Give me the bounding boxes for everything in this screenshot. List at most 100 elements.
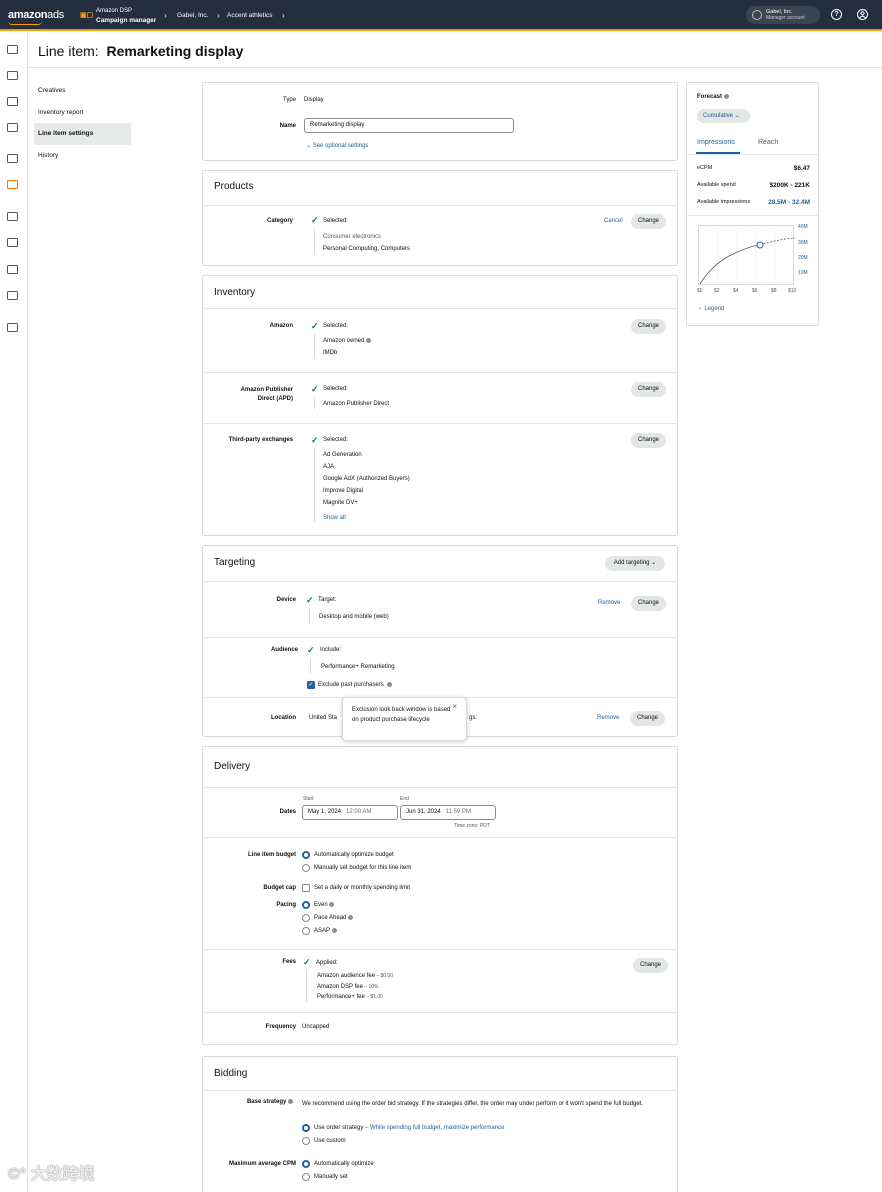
budget-cap-option: Set a daily or monthly spending limit [314, 885, 411, 891]
budget-auto-radio[interactable] [302, 851, 310, 859]
cancel-button[interactable]: Cancel [604, 218, 623, 224]
line-item-budget-label: Line item budget [248, 852, 296, 858]
breadcrumb-order[interactable]: Accent athletics [227, 12, 273, 19]
campaigns-icon[interactable] [7, 45, 18, 54]
cpm-manual-radio[interactable] [302, 1173, 310, 1181]
category-child: Personal Computing, Computers [323, 246, 411, 252]
info-icon[interactable] [348, 915, 354, 920]
legend-toggle[interactable]: › Legend [699, 306, 724, 312]
divider [314, 334, 315, 358]
shield-icon[interactable] [7, 212, 18, 221]
custom-strategy-radio[interactable] [302, 1137, 310, 1145]
divider [314, 448, 315, 522]
base-strategy-text: We recommend using the order bid strateg… [302, 1101, 643, 1107]
budget-manual-radio[interactable] [302, 864, 310, 872]
type-label: Type [282, 97, 296, 103]
fees-change-button[interactable]: Change [633, 958, 668, 973]
apd-change-button[interactable]: Change [631, 382, 666, 397]
cpm-auto-radio[interactable] [302, 1160, 310, 1168]
start-label: Start [303, 796, 314, 802]
delivery-title: Delivery [214, 761, 251, 772]
product-switcher[interactable]: Amazon DSP Campaign manager [96, 7, 156, 26]
subnav-inventory-report[interactable]: Inventory report [34, 102, 131, 124]
dsp-icon[interactable] [7, 180, 18, 189]
forecast-title: Forecast [697, 94, 729, 100]
start-date-input[interactable]: May 1, 2024 12:00 AM [302, 805, 398, 820]
add-targeting-button[interactable]: Add targeting ⌄ [605, 556, 665, 571]
name-label: Name [279, 123, 296, 129]
close-icon[interactable]: × [452, 702, 457, 712]
page-title: Line item: Remarketing display [38, 43, 244, 59]
info-icon[interactable] [329, 902, 335, 907]
amazon-change-button[interactable]: Change [631, 319, 666, 334]
subnav-line-item-settings[interactable]: Line item settings [34, 123, 131, 145]
library-icon[interactable] [7, 238, 18, 247]
amazon-ads-logo[interactable]: amazonads [8, 9, 64, 21]
tab-impressions[interactable]: Impressions [697, 139, 735, 146]
audiences-icon[interactable] [7, 123, 18, 132]
device-label: Device [276, 597, 296, 603]
current-forecast-point[interactable] [756, 241, 764, 249]
time-zone: Time zone: PDT [454, 823, 490, 829]
show-all-link[interactable]: Show all [323, 515, 346, 521]
end-date-input[interactable]: Jun 31, 2024 11:59 PM [400, 805, 496, 820]
x-tick-label: $4 [733, 288, 739, 294]
reports-icon[interactable] [7, 291, 18, 300]
creatives-icon[interactable] [7, 154, 18, 163]
info-icon[interactable] [366, 338, 372, 343]
tab-reach[interactable]: Reach [758, 139, 778, 146]
database-icon[interactable] [7, 97, 18, 106]
basics-card: Type Display Name Remarketing display ⌄ … [202, 82, 678, 161]
cpm-manual-label: Manually set [314, 1174, 348, 1180]
forecast-panel: Forecast Cumulative ⌄ Impressions Reach … [686, 82, 819, 326]
frequency-label: Frequency [265, 1024, 296, 1030]
pacing-ahead-radio[interactable] [302, 914, 310, 922]
inventory-item: Amazon owned [323, 338, 372, 344]
divider [203, 949, 677, 950]
breadcrumb-advertiser[interactable]: Gabel, Inc. [177, 12, 208, 19]
location-remove-button[interactable]: Remove [597, 715, 619, 721]
budget-cap-checkbox[interactable] [302, 884, 310, 892]
info-icon[interactable] [387, 682, 393, 687]
inventory-item: AJA [323, 464, 335, 470]
device-change-button[interactable]: Change [631, 596, 666, 611]
pacing-even-radio[interactable] [302, 901, 310, 909]
inventory-item: IMDb [323, 350, 338, 356]
name-input[interactable]: Remarketing display [304, 118, 514, 133]
divider [306, 970, 307, 1002]
device-remove-button[interactable]: Remove [598, 600, 620, 606]
pacing-asap-radio[interactable] [302, 927, 310, 935]
order-strategy-radio[interactable] [302, 1124, 310, 1132]
delivery-card: Delivery Dates Start May 1, 2024 12:00 AM… [202, 746, 678, 1045]
exclude-purchasers-checkbox[interactable]: ✓ [307, 681, 315, 689]
available-impressions-row: Available impressions 28.5M - 32.4M [697, 199, 810, 206]
help-icon[interactable]: ? [831, 9, 842, 20]
inventory-item: Magnite DV+ [323, 500, 358, 506]
category-change-button[interactable]: Change [631, 214, 666, 229]
location-change-button[interactable]: Change [630, 711, 665, 726]
inventory-title: Inventory [214, 287, 256, 298]
info-icon[interactable] [723, 94, 729, 99]
inventory-card: Inventory Amazon ✓ Selected: Amazon owne… [202, 275, 678, 536]
see-optional-settings-link[interactable]: ⌄ See optional settings [306, 142, 368, 149]
info-icon[interactable] [331, 928, 337, 933]
fee-item: Amazon DSP fee – 10% [317, 984, 379, 990]
forecast-curve [699, 226, 796, 286]
y-tick-label: 40M [798, 224, 808, 230]
tpe-change-button[interactable]: Change [631, 433, 666, 448]
trend-icon[interactable] [7, 265, 18, 274]
targeting-title: Targeting [214, 557, 256, 568]
divider [203, 581, 677, 582]
available-spend-row: Available spend $200K - 221K [697, 182, 810, 189]
info-icon[interactable] [288, 1099, 293, 1104]
watermark: ©° 大数跨境 [8, 1166, 95, 1183]
forecast-mode-dropdown[interactable]: Cumulative ⌄ [697, 109, 750, 123]
subnav-history[interactable]: History [34, 145, 131, 167]
dashboard-icon[interactable] [7, 71, 18, 80]
budget-manual-label: Manually set budget for this line item [314, 865, 412, 871]
x-tick-label: $0 [697, 288, 703, 294]
account-switcher[interactable]: Gabel, Inc. Manager account [746, 6, 820, 24]
subnav-creatives[interactable]: Creatives [34, 80, 131, 102]
apps-grid-icon[interactable] [7, 323, 18, 332]
user-icon[interactable] [857, 9, 868, 20]
